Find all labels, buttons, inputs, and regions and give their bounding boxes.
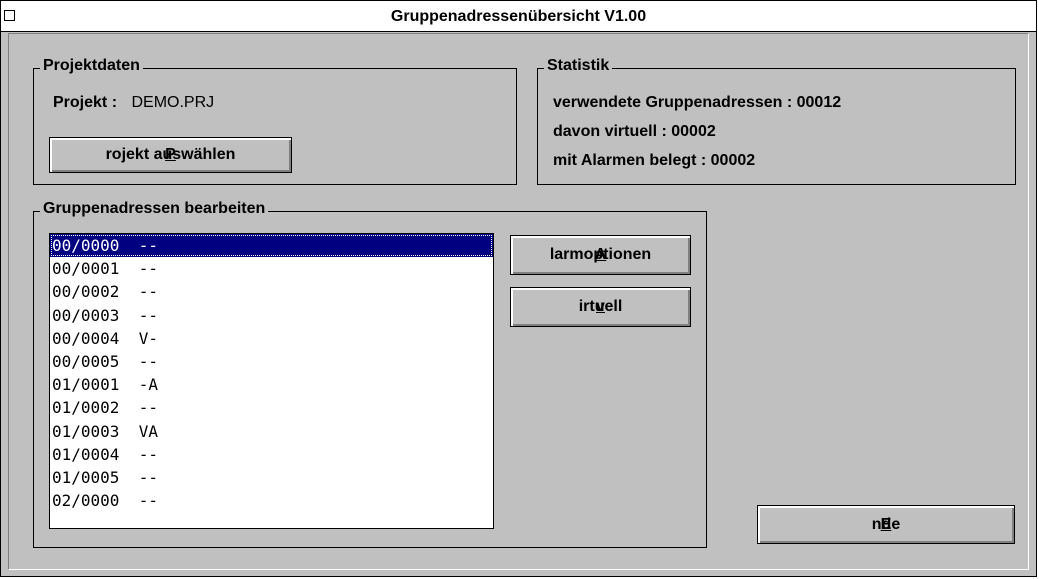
list-item-address: 01/0002 <box>52 398 120 418</box>
list-item[interactable]: 01/0004 -- <box>50 443 493 466</box>
list-item-address: 01/0001 <box>52 375 120 395</box>
list-item-flags: V- <box>138 328 158 348</box>
list-item-address: 00/0004 <box>52 328 120 348</box>
list-item-flags: -- <box>138 236 158 255</box>
projekt-value: DEMO.PRJ <box>131 94 215 111</box>
list-item-address: 00/0005 <box>52 351 120 371</box>
window-title: Gruppenadressenübersicht V1.00 <box>390 8 647 25</box>
list-item[interactable]: 00/0000 -- <box>50 234 493 258</box>
list-item[interactable]: 01/0002 -- <box>50 396 493 419</box>
list-item[interactable]: 00/0001 -- <box>50 257 493 280</box>
list-item-address: 01/0005 <box>52 467 120 487</box>
list-item-address: 01/0004 <box>52 444 120 464</box>
projekt-auswaehlen-button[interactable]: Projekt auswählen <box>49 137 292 173</box>
stat-virtual: davon virtuell : 00002 <box>553 123 716 140</box>
virtuell-button[interactable]: v irtuell <box>510 287 691 327</box>
alarmoptionen-button[interactable]: Alarmoptionen <box>510 235 691 275</box>
list-item-flags: -- <box>138 282 158 302</box>
title-bar[interactable]: Gruppenadressenübersicht V1.00 <box>1 1 1036 32</box>
list-item-flags: -- <box>138 444 158 464</box>
list-item-flags: -- <box>138 398 158 418</box>
projekt-label: Projekt : DEMO.PRJ <box>53 94 215 111</box>
list-item-flags: -- <box>138 259 158 279</box>
stat-alarms: mit Alarmen belegt : 00002 <box>553 152 756 169</box>
list-item-flags: -- <box>138 467 158 487</box>
list-item[interactable]: 01/0001 -A <box>50 373 493 396</box>
list-item[interactable]: 00/0004 V- <box>50 327 493 350</box>
list-item-flags: -A <box>138 375 158 395</box>
list-item-address: 02/0000 <box>52 491 120 511</box>
list-item-flags: VA <box>138 421 158 441</box>
address-listbox[interactable]: 00/0000 -- 00/0001 -- 00/0002 -- 00/0003 --… <box>49 233 494 529</box>
ende-button[interactable]: Ende <box>757 505 1015 544</box>
statistik-label: Statistik <box>544 57 613 75</box>
list-item[interactable]: 00/0005 -- <box>50 350 493 373</box>
projektdaten-label: Projektdaten <box>40 57 143 75</box>
list-item[interactable]: 00/0002 -- <box>50 280 493 303</box>
list-item-address: 00/0002 <box>52 282 120 302</box>
list-item-address: 01/0003 <box>52 421 120 441</box>
list-item-address: 00/0001 <box>52 259 120 279</box>
list-item-flags: -- <box>138 351 158 371</box>
list-item-flags: -- <box>138 491 158 511</box>
list-item-address: 00/0000 <box>52 236 120 255</box>
list-item[interactable]: 02/0000 -- <box>50 489 493 512</box>
list-item[interactable]: 01/0005 -- <box>50 466 493 489</box>
list-item-flags: -- <box>138 305 158 325</box>
gruppenadressen-label: Gruppenadressen bearbeiten <box>40 200 269 218</box>
list-item[interactable]: 00/0003 -- <box>50 304 493 327</box>
main-window: Gruppenadressenübersicht V1.00 Projektda… <box>0 0 1037 577</box>
list-item-address: 00/0003 <box>52 305 120 325</box>
list-item[interactable]: 01/0003 VA <box>50 420 493 443</box>
stat-used-addresses: verwendete Gruppenadressen : 00012 <box>553 94 842 111</box>
